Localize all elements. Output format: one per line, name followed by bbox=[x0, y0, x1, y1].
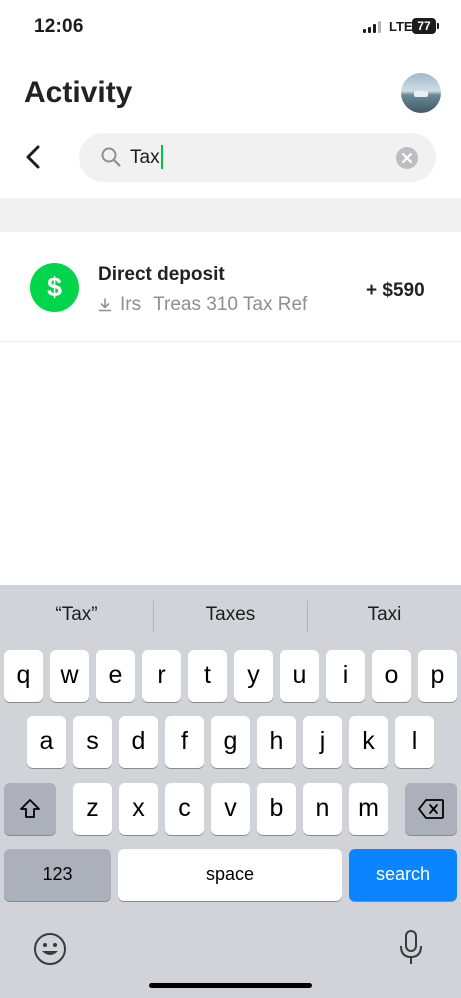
key-m[interactable]: m bbox=[349, 783, 388, 835]
microphone-icon[interactable] bbox=[397, 929, 425, 967]
avatar[interactable] bbox=[401, 73, 441, 113]
cash-dollar-icon: $ bbox=[30, 263, 79, 312]
transaction-subtitle: Irs Treas 310 Tax Ref bbox=[98, 294, 307, 316]
key-o[interactable]: o bbox=[372, 650, 411, 702]
clear-icon[interactable] bbox=[396, 147, 418, 169]
key-v[interactable]: v bbox=[211, 783, 250, 835]
key-g[interactable]: g bbox=[211, 716, 250, 768]
key-k[interactable]: k bbox=[349, 716, 388, 768]
signal-icon bbox=[363, 21, 381, 33]
key-z[interactable]: z bbox=[73, 783, 112, 835]
key-a[interactable]: a bbox=[27, 716, 66, 768]
text-cursor bbox=[161, 145, 163, 169]
transaction-amount: + $590 bbox=[366, 280, 425, 301]
home-indicator[interactable] bbox=[149, 983, 312, 988]
key-u[interactable]: u bbox=[280, 650, 319, 702]
shift-key[interactable] bbox=[4, 783, 56, 835]
key-w[interactable]: w bbox=[50, 650, 89, 702]
status-time: 12:06 bbox=[34, 16, 84, 37]
back-arrow-icon[interactable] bbox=[20, 142, 48, 172]
search-icon bbox=[101, 147, 121, 167]
key-t[interactable]: t bbox=[188, 650, 227, 702]
search-key[interactable]: search bbox=[349, 849, 457, 901]
key-c[interactable]: c bbox=[165, 783, 204, 835]
delete-key[interactable] bbox=[405, 783, 457, 835]
key-y[interactable]: y bbox=[234, 650, 273, 702]
key-f[interactable]: f bbox=[165, 716, 204, 768]
key-l[interactable]: l bbox=[395, 716, 434, 768]
key-d[interactable]: d bbox=[119, 716, 158, 768]
page-title: Activity bbox=[24, 76, 133, 109]
key-j[interactable]: j bbox=[303, 716, 342, 768]
transaction-title: Direct deposit bbox=[98, 264, 225, 285]
download-icon bbox=[98, 298, 112, 312]
backspace-icon bbox=[418, 799, 444, 819]
key-q[interactable]: q bbox=[4, 650, 43, 702]
suggestion-3[interactable]: Taxi bbox=[308, 604, 461, 626]
key-n[interactable]: n bbox=[303, 783, 342, 835]
key-x[interactable]: x bbox=[119, 783, 158, 835]
numbers-key[interactable]: 123 bbox=[4, 849, 111, 901]
battery-tip bbox=[437, 23, 439, 29]
network-label: LTE bbox=[389, 19, 413, 34]
suggestion-1[interactable]: “Tax” bbox=[0, 604, 153, 626]
key-e[interactable]: e bbox=[96, 650, 135, 702]
key-s[interactable]: s bbox=[73, 716, 112, 768]
emoji-icon[interactable] bbox=[33, 932, 67, 966]
key-p[interactable]: p bbox=[418, 650, 457, 702]
shift-icon bbox=[20, 799, 40, 818]
search-input[interactable]: Tax bbox=[130, 147, 160, 169]
key-i[interactable]: i bbox=[326, 650, 365, 702]
key-b[interactable]: b bbox=[257, 783, 296, 835]
key-h[interactable]: h bbox=[257, 716, 296, 768]
space-key[interactable]: space bbox=[118, 849, 342, 901]
key-r[interactable]: r bbox=[142, 650, 181, 702]
transaction-detail: Treas 310 Tax Ref bbox=[153, 294, 308, 315]
transaction-payer: Irs bbox=[120, 294, 142, 315]
suggestion-2[interactable]: Taxes bbox=[154, 604, 307, 626]
section-divider bbox=[0, 198, 461, 232]
battery-icon: 77 bbox=[412, 18, 436, 34]
